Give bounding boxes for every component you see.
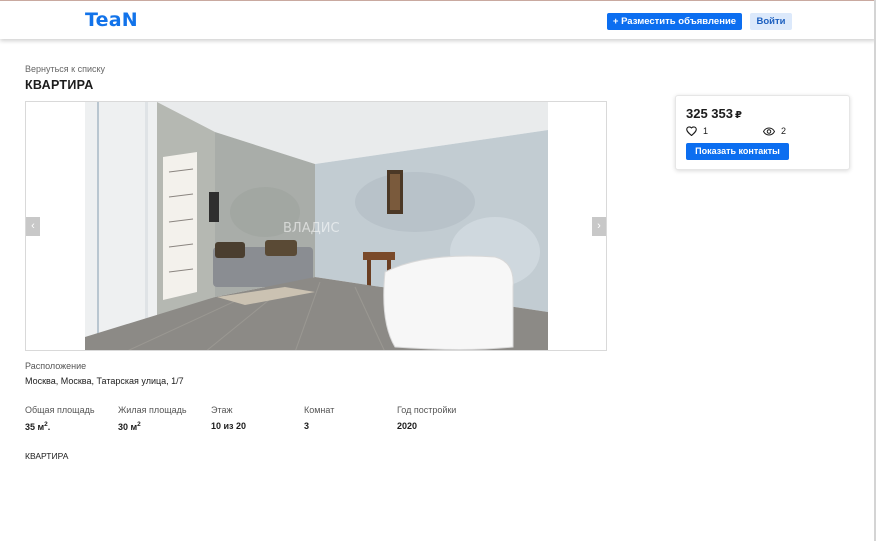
login-button[interactable]: Войти bbox=[750, 13, 792, 30]
likes-count: 1 bbox=[703, 126, 709, 136]
spec-label: Общая площадь bbox=[25, 405, 95, 415]
currency-sign: ₽ bbox=[735, 110, 742, 121]
photo-watermark: ВЛАДИС bbox=[283, 221, 340, 236]
spec-value: 30 м2 bbox=[118, 421, 141, 432]
site-logo[interactable]: TeaN bbox=[85, 9, 138, 31]
listing-photo[interactable]: ВЛАДИС bbox=[85, 102, 548, 350]
spec-living-area: Жилая площадь 30 м2 bbox=[118, 405, 211, 432]
spec-year-built: Год постройки 2020 bbox=[397, 405, 490, 431]
views-count: 2 bbox=[781, 126, 787, 136]
spec-value: 10 из 20 bbox=[211, 421, 247, 431]
spec-floor: Этаж 10 из 20 bbox=[211, 405, 304, 431]
heart-icon bbox=[686, 126, 697, 136]
spec-label: Жилая площадь bbox=[118, 405, 187, 415]
spec-total-area: Общая площадь 35 м2. bbox=[25, 405, 118, 432]
price-value: 325 353 bbox=[686, 106, 733, 121]
location-value: Москва, Москва, Татарская улица, 1/7 bbox=[25, 376, 184, 386]
eye-icon bbox=[763, 126, 775, 136]
views-stat: 2 bbox=[763, 126, 786, 136]
site-header: TeaN + Разместить объявление Войти bbox=[0, 0, 876, 39]
post-listing-button[interactable]: + Разместить объявление bbox=[607, 13, 742, 30]
spec-value: 3 bbox=[304, 421, 310, 431]
prev-photo-button[interactable]: ‹ bbox=[26, 217, 40, 236]
location-label: Расположение bbox=[25, 361, 87, 371]
next-photo-button[interactable]: › bbox=[592, 217, 606, 236]
specs: Общая площадь 35 м2. Жилая площадь 30 м2… bbox=[25, 405, 495, 435]
chevron-left-icon: ‹ bbox=[31, 220, 35, 232]
back-to-list-link[interactable]: Вернуться к списку bbox=[25, 64, 105, 74]
spec-value: 2020 bbox=[397, 421, 418, 431]
listing-description: КВАРТИРА bbox=[25, 451, 69, 461]
show-contacts-button[interactable]: Показать контакты bbox=[686, 143, 789, 160]
spec-label: Комнат bbox=[304, 405, 335, 415]
price: 325 353 ₽ bbox=[686, 106, 742, 121]
photo-gallery: ВЛАДИС ‹ › bbox=[25, 101, 607, 351]
spec-rooms: Комнат 3 bbox=[304, 405, 397, 431]
spec-label: Этаж bbox=[211, 405, 233, 415]
page-title: КВАРТИРА bbox=[25, 78, 94, 92]
price-card: 325 353 ₽ 1 2 Показать контакты bbox=[675, 95, 850, 170]
likes-stat[interactable]: 1 bbox=[686, 126, 708, 136]
spec-label: Год постройки bbox=[397, 405, 457, 415]
spec-value: 35 м2. bbox=[25, 421, 51, 432]
chevron-right-icon: › bbox=[597, 220, 601, 232]
